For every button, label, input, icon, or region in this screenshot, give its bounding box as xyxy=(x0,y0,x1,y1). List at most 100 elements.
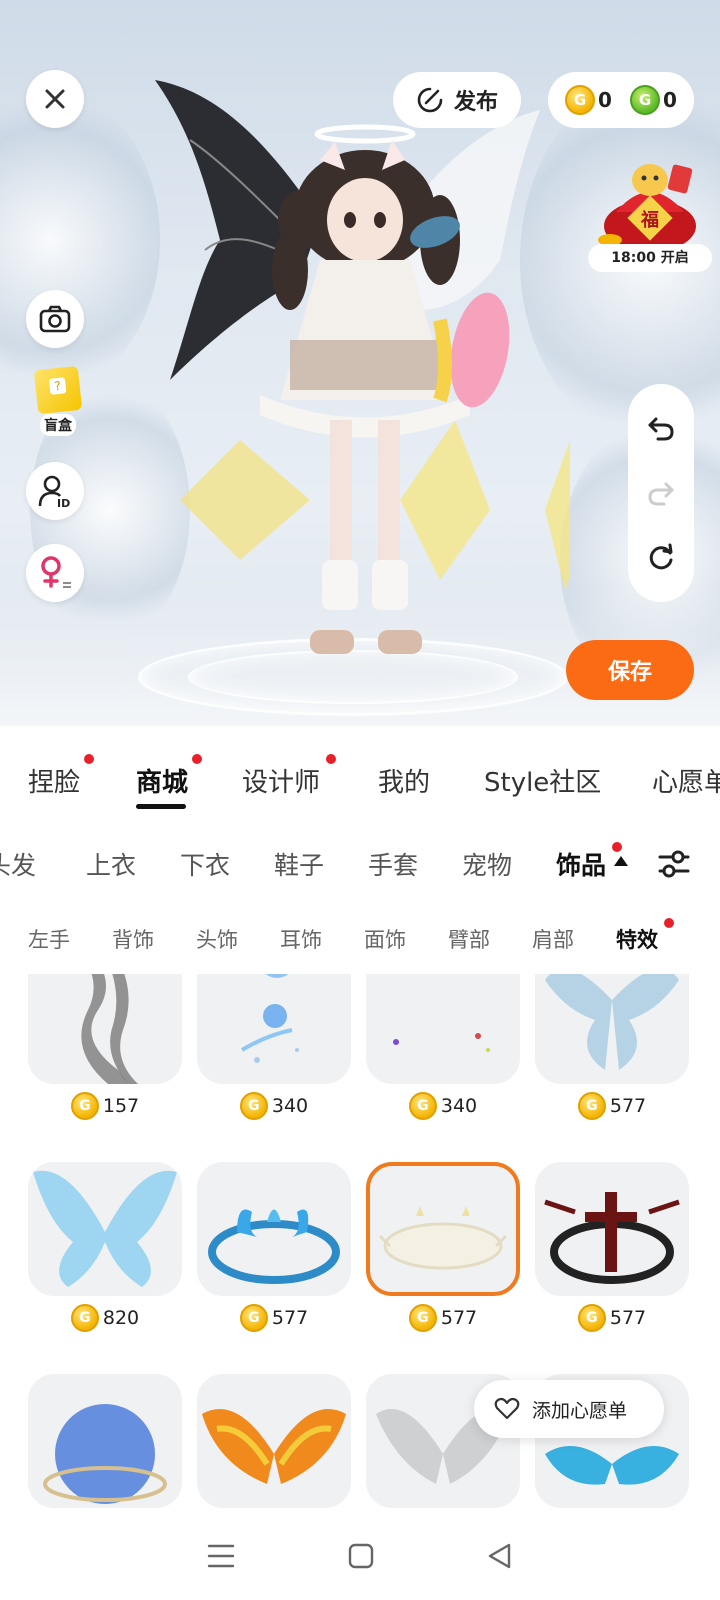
save-button[interactable]: 保存 xyxy=(566,640,694,700)
price-value: 577 xyxy=(440,1307,478,1329)
notification-dot xyxy=(192,754,202,764)
avatar-id-button[interactable]: ID xyxy=(26,462,84,520)
back-nav-icon[interactable] xyxy=(487,1543,513,1569)
caret-up-icon[interactable] xyxy=(614,856,628,866)
item-price: G 577 xyxy=(366,1304,520,1332)
history-controls xyxy=(628,384,694,602)
subtab-effects[interactable]: 特效 xyxy=(616,924,658,954)
item-card[interactable] xyxy=(535,1162,689,1296)
gold-coin-icon: G xyxy=(239,1092,268,1120)
item-card[interactable] xyxy=(197,974,351,1084)
green-coin-icon: G xyxy=(630,85,661,115)
background-tree xyxy=(0,90,160,390)
gold-coin-balance: G 0 xyxy=(565,85,612,115)
item-price: G 157 xyxy=(28,1092,182,1120)
notification-dot xyxy=(326,754,336,764)
item-price: G 577 xyxy=(197,1304,351,1332)
item-card[interactable] xyxy=(28,1374,182,1508)
filter-icon[interactable] xyxy=(656,846,692,882)
price-value: 157 xyxy=(102,1095,140,1117)
sub-category-tabs: 左手 背饰 头饰 耳饰 面饰 臂部 肩部 特效 xyxy=(0,918,720,960)
camera-icon xyxy=(39,305,71,333)
avatar-character[interactable] xyxy=(150,70,570,690)
add-to-wishlist-button[interactable]: 添加心愿单 xyxy=(474,1380,664,1438)
id-glyph: ID xyxy=(57,497,70,508)
price-value: 820 xyxy=(102,1307,140,1329)
item-thumbnail xyxy=(545,974,679,1070)
green-coin-balance: G 0 xyxy=(630,85,677,115)
close-icon xyxy=(45,89,65,109)
gender-switch-button[interactable] xyxy=(26,544,84,602)
item-price: G 577 xyxy=(535,1092,689,1120)
id-card-icon: ID xyxy=(38,475,70,508)
subtab-left-hand[interactable]: 左手 xyxy=(28,924,70,954)
tab-wishlist[interactable]: 心愿单 xyxy=(652,762,720,799)
subtab-back[interactable]: 背饰 xyxy=(112,924,154,954)
publish-button[interactable]: 发布 xyxy=(393,72,521,128)
price-value: 340 xyxy=(440,1095,478,1117)
lucky-bag-event[interactable]: 福 18:00 开启 xyxy=(588,152,712,272)
gold-coin-icon: G xyxy=(577,1304,606,1332)
green-coin-count: 0 xyxy=(663,88,677,112)
undo-icon[interactable] xyxy=(646,413,676,443)
tab-face-edit[interactable]: 捏脸 xyxy=(28,762,80,799)
category-hair[interactable]: 头发 xyxy=(0,846,36,882)
tab-mine[interactable]: 我的 xyxy=(378,762,430,799)
category-bottom[interactable]: 下衣 xyxy=(180,846,230,882)
camera-button[interactable] xyxy=(26,290,84,348)
category-top[interactable]: 上衣 xyxy=(86,846,136,882)
category-pets[interactable]: 宠物 xyxy=(462,846,512,882)
tab-mall[interactable]: 商城 xyxy=(136,762,188,799)
item-price: G 577 xyxy=(535,1304,689,1332)
gold-coin-icon: G xyxy=(565,85,596,115)
lucky-bag-icon: 福 xyxy=(598,164,696,252)
lucky-bag-glyph: 福 xyxy=(640,209,659,231)
category-tabs: 头发 上衣 下衣 鞋子 手套 宠物 饰品 xyxy=(0,836,720,896)
subtab-ear[interactable]: 耳饰 xyxy=(280,924,322,954)
gold-coin-count: 0 xyxy=(598,88,612,112)
item-thumbnail xyxy=(544,1192,680,1284)
item-card[interactable] xyxy=(28,974,182,1084)
menu-nav-icon[interactable] xyxy=(207,1543,235,1569)
publish-label: 发布 xyxy=(453,90,498,115)
item-card[interactable] xyxy=(535,974,689,1084)
home-nav-icon[interactable] xyxy=(348,1543,374,1569)
item-card[interactable] xyxy=(197,1374,351,1508)
redo-icon[interactable] xyxy=(646,478,676,508)
subtab-arm[interactable]: 臂部 xyxy=(448,924,490,954)
category-accessories[interactable]: 饰品 xyxy=(556,846,606,882)
main-tabs: 捏脸 商城 设计师 我的 Style社区 心愿单 xyxy=(0,746,720,816)
item-thumbnail xyxy=(208,1209,340,1284)
item-price: G 820 xyxy=(28,1304,182,1332)
lucky-bag-time: 18:00 开启 xyxy=(588,244,712,272)
female-switch-icon xyxy=(41,556,71,588)
item-price: G 340 xyxy=(197,1092,351,1120)
blind-box-icon: ? xyxy=(33,365,83,415)
item-card[interactable] xyxy=(366,974,520,1084)
tab-style-community[interactable]: Style社区 xyxy=(484,762,601,799)
gold-coin-icon: G xyxy=(70,1304,99,1332)
category-shoes[interactable]: 鞋子 xyxy=(274,846,324,882)
tab-designer[interactable]: 设计师 xyxy=(242,762,320,799)
close-button[interactable] xyxy=(26,70,84,128)
price-value: 340 xyxy=(271,1095,309,1117)
subtab-face[interactable]: 面饰 xyxy=(364,924,406,954)
item-card[interactable] xyxy=(28,1162,182,1296)
category-gloves[interactable]: 手套 xyxy=(368,846,418,882)
gold-coin-icon: G xyxy=(408,1092,437,1120)
item-card[interactable] xyxy=(197,1162,351,1296)
gold-coin-icon: G xyxy=(70,1092,99,1120)
blind-box-label: 盲盒 xyxy=(40,414,76,436)
subtab-shoulder[interactable]: 肩部 xyxy=(532,924,574,954)
currency-display[interactable]: G 0 G 0 xyxy=(548,72,694,128)
blind-box-button[interactable]: ? 盲盒 xyxy=(28,365,88,440)
system-nav-bar xyxy=(0,1512,720,1600)
price-value: 577 xyxy=(609,1095,647,1117)
gold-coin-icon: G xyxy=(239,1304,268,1332)
gold-coin-icon: G xyxy=(577,1092,606,1120)
subtab-head[interactable]: 头饰 xyxy=(196,924,238,954)
active-tab-indicator xyxy=(136,804,186,809)
reset-icon[interactable] xyxy=(646,543,676,573)
item-card-selected[interactable] xyxy=(366,1162,520,1296)
price-value: 577 xyxy=(609,1307,647,1329)
